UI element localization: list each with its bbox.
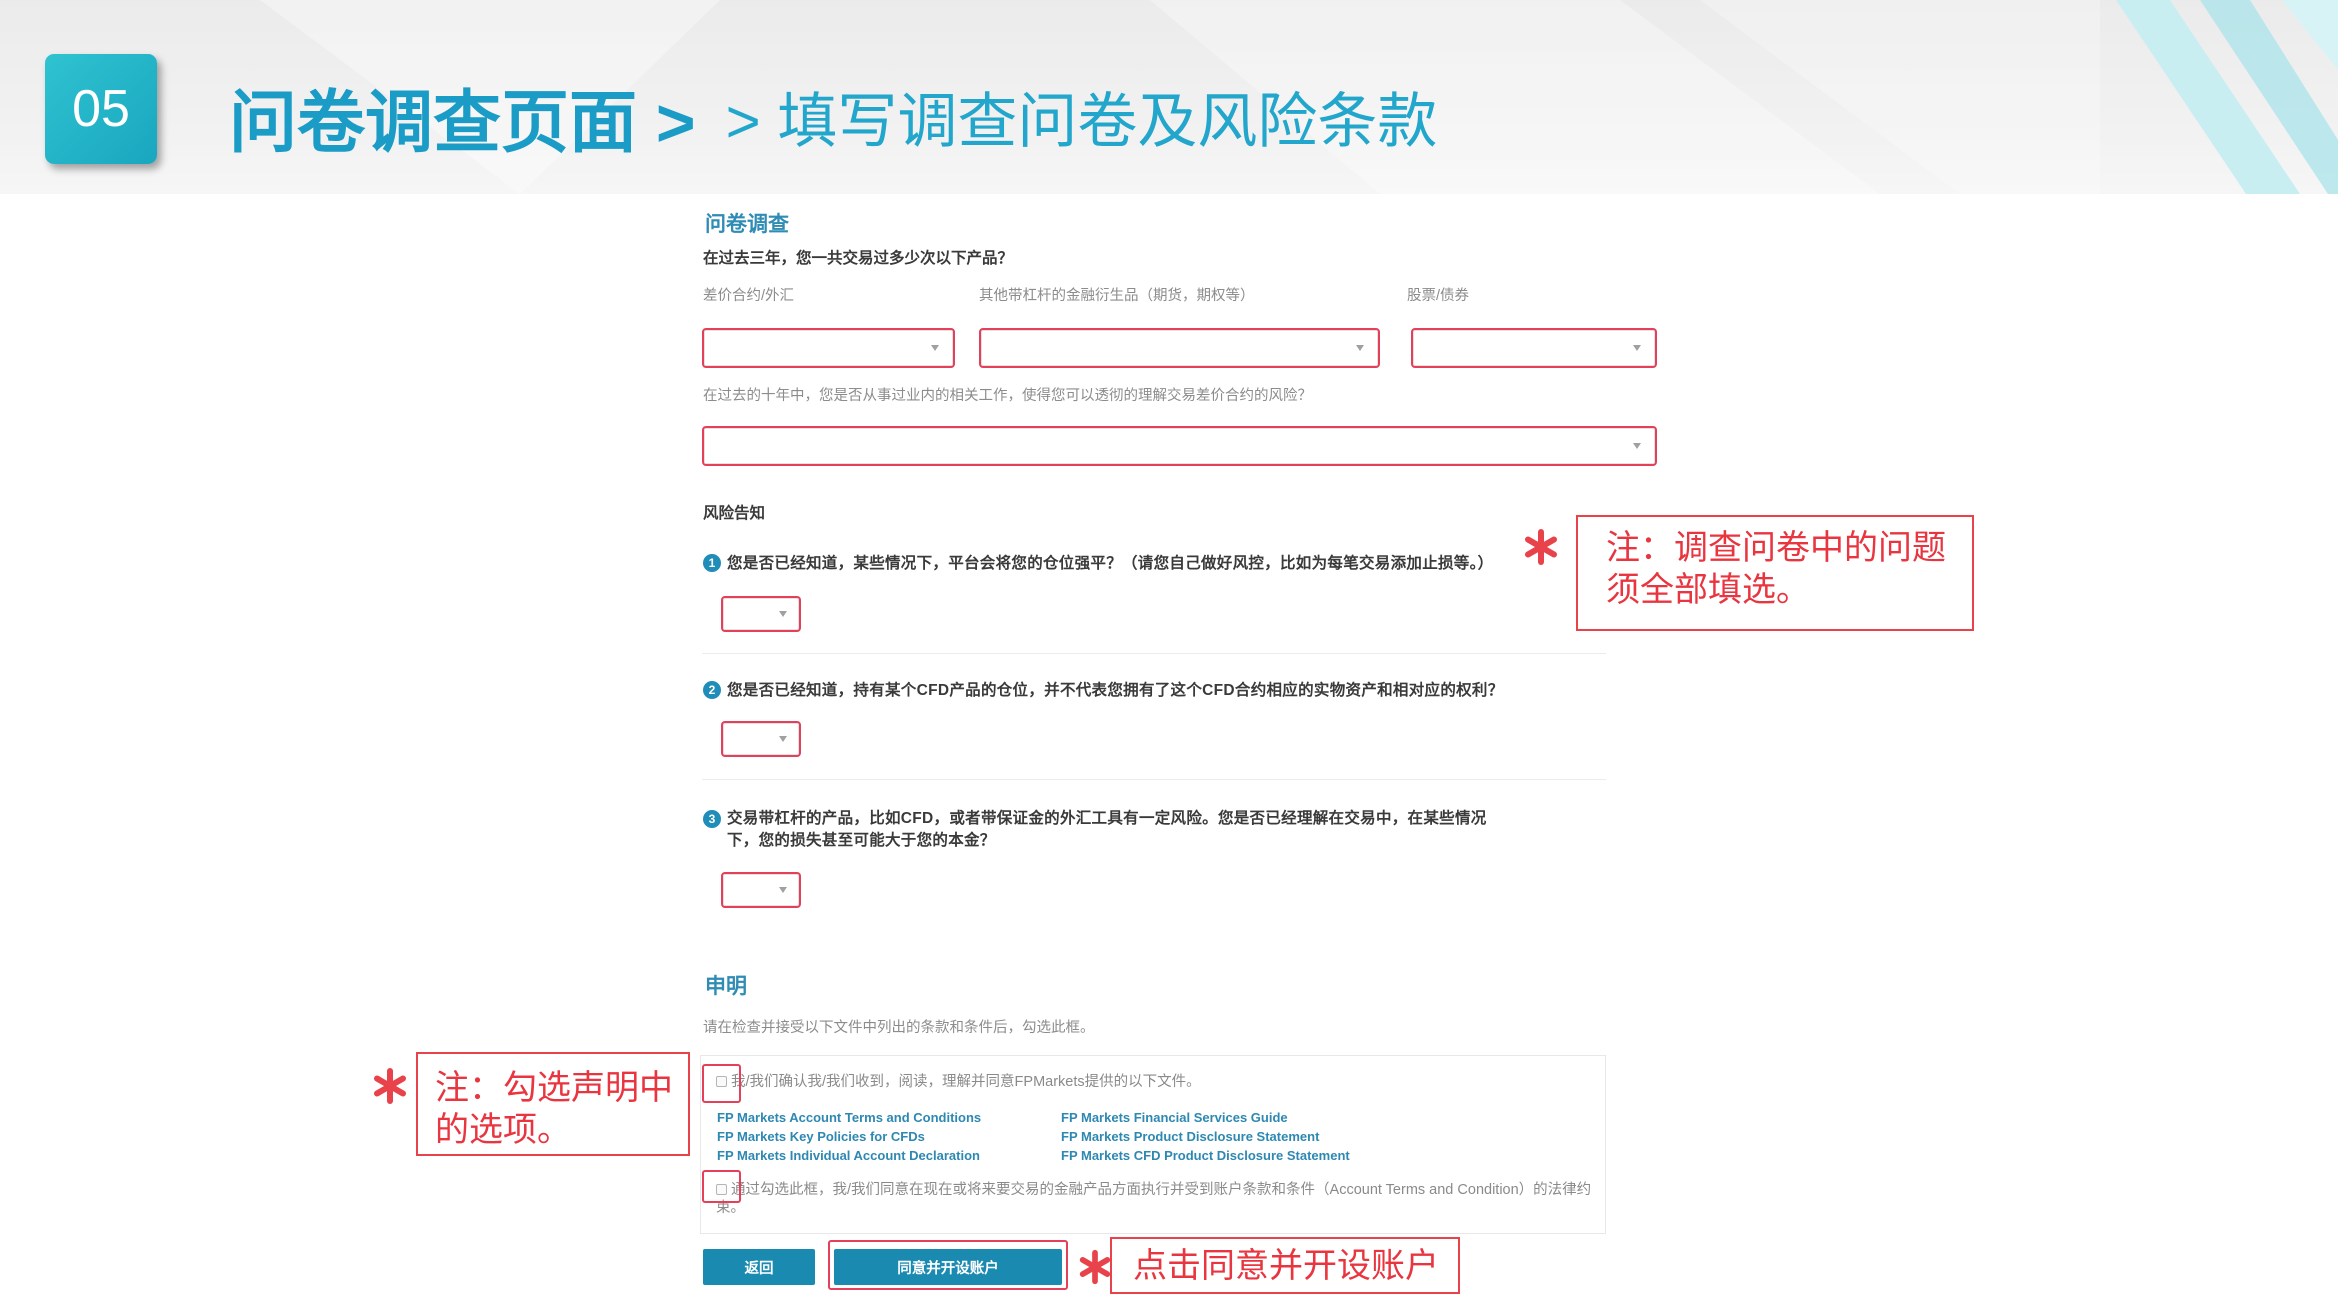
cfd-fx-label: 差价合约/外汇 — [703, 288, 795, 304]
asterisk-icon — [374, 1068, 406, 1104]
experience-question: 在过去的十年中，您是否从事过业内的相关工作，使得您可以透彻的理解交易差价合约的风… — [703, 388, 1312, 404]
document-link[interactable]: FP Markets Financial Services Guide — [1061, 1108, 1350, 1127]
risk-question-2: 您是否已经知道，持有某个CFD产品的仓位，并不代表您拥有了这个CFD合约相应的实… — [727, 682, 1504, 699]
title-main: 问卷调查页面 > — [229, 84, 696, 161]
document-link[interactable]: FP Markets Individual Account Declaratio… — [717, 1146, 981, 1165]
corner-stripes-decoration — [2116, 0, 2338, 194]
risk-answer-2-select[interactable] — [721, 721, 801, 757]
stocks-bonds-label: 股票/债券 — [1407, 288, 1470, 304]
question-number-badge: 1 — [703, 554, 721, 572]
section-number-badge: 05 — [45, 54, 157, 164]
risk-answer-3-select[interactable] — [721, 872, 801, 908]
chevron-down-icon — [779, 611, 787, 617]
chevron-down-icon — [1633, 443, 1641, 449]
submit-note-callout: 点击同意并开设账户 — [1110, 1237, 1460, 1294]
chevron-down-icon — [1356, 345, 1364, 351]
page-title: 问卷调查页面 > > 填写调查问卷及风险条款 — [229, 72, 1438, 161]
question-number-badge: 2 — [703, 681, 721, 699]
asterisk-icon — [1079, 1249, 1111, 1285]
back-button[interactable]: 返回 — [703, 1249, 815, 1285]
survey-heading: 问卷调查 — [705, 212, 789, 236]
confirm-row: 我/我们确认我/我们收到，阅读，理解并同意FPMarkets提供的以下文件。 — [716, 1073, 1201, 1091]
documents-list-left: FP Markets Account Terms and Conditions … — [717, 1108, 981, 1165]
risk-answer-1-select[interactable] — [721, 596, 801, 632]
divider — [702, 653, 1606, 654]
trades-question: 在过去三年，您一共交易过多少次以下产品？ — [703, 250, 1014, 267]
stocks-bonds-trades-select[interactable] — [1411, 328, 1657, 368]
document-link[interactable]: FP Markets Key Policies for CFDs — [717, 1127, 981, 1146]
document-link[interactable]: FP Markets Account Terms and Conditions — [717, 1108, 981, 1127]
agree-open-account-button[interactable]: 同意并开设账户 — [834, 1249, 1062, 1285]
chevron-down-icon — [931, 345, 939, 351]
submit-note-text: 点击同意并开设账户 — [1133, 1246, 1439, 1285]
chevron-down-icon — [779, 736, 787, 742]
risk-question-1: 您是否已经知道，某些情况下，平台会将您的仓位强平？（请您自己做好风控，比如为每笔… — [727, 555, 1494, 572]
divider — [702, 779, 1606, 780]
derivatives-label: 其他带杠杆的金融衍生品（期货，期权等） — [979, 288, 1255, 304]
risk-heading: 风险告知 — [703, 505, 766, 522]
derivatives-trades-select[interactable] — [979, 328, 1380, 368]
declaration-instruction: 请在检查并接受以下文件中列出的条款和条件后，勾选此框。 — [703, 1020, 1095, 1036]
declaration-note-callout: 注：勾选声明中的选项。 — [416, 1052, 690, 1156]
cfd-fx-trades-select[interactable] — [702, 328, 955, 368]
document-link[interactable]: FP Markets CFD Product Disclosure Statem… — [1061, 1146, 1350, 1165]
documents-list-right: FP Markets Financial Services Guide FP M… — [1061, 1108, 1350, 1165]
agree-text: 通过勾选此框，我/我们同意在现在或将来要交易的金融产品方面执行并受到账户条款和条… — [716, 1182, 1592, 1216]
declaration-note-text: 注：勾选声明中的选项。 — [435, 1069, 673, 1149]
document-link[interactable]: FP Markets Product Disclosure Statement — [1061, 1127, 1350, 1146]
confirm-checkbox[interactable] — [716, 1075, 727, 1087]
risk-question-3: 交易带杠杆的产品，比如CFD，或者带保证金的外汇工具有一定风险。您是否已经理解在… — [727, 810, 1487, 849]
survey-note-text: 注：调查问卷中的问题须全部填选。 — [1606, 529, 1946, 609]
confirm-text: 我/我们确认我/我们收到，阅读，理解并同意FPMarkets提供的以下文件。 — [731, 1074, 1201, 1090]
survey-note-callout: 注：调查问卷中的问题须全部填选。 — [1576, 515, 1974, 631]
question-number-badge: 3 — [703, 810, 721, 828]
chevron-down-icon — [1633, 345, 1641, 351]
agree-row: 通过勾选此框，我/我们同意在现在或将来要交易的金融产品方面执行并受到账户条款和条… — [716, 1181, 1594, 1217]
asterisk-icon — [1525, 529, 1557, 565]
experience-select[interactable] — [702, 426, 1657, 466]
title-sub: > 填写调查问卷及风险条款 — [725, 87, 1438, 155]
chevron-down-icon — [779, 887, 787, 893]
agree-checkbox[interactable] — [716, 1183, 727, 1195]
declaration-heading: 申明 — [705, 974, 747, 998]
